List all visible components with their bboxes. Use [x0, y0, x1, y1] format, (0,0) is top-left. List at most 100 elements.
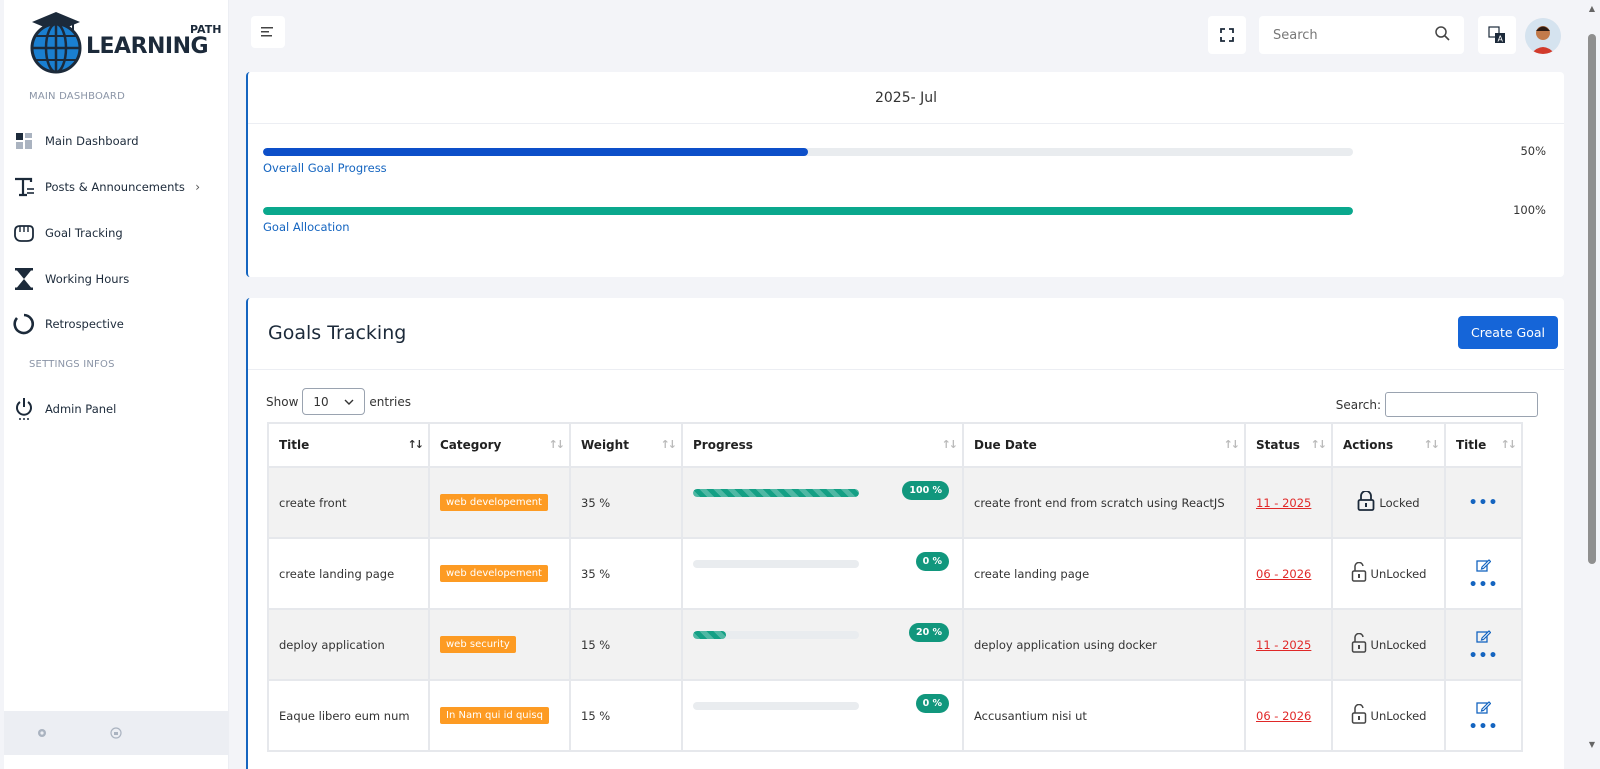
edit-icon[interactable]: [1476, 700, 1492, 717]
goal-due-cell: Accusantium nisi ut: [964, 681, 1244, 750]
goal-due-text: create landing page: [974, 566, 1090, 581]
column-header-title-2[interactable]: Title ↑↓: [1446, 424, 1521, 466]
goal-status-link[interactable]: 06 - 2026: [1256, 567, 1311, 581]
goal-due-text: Accusantium nisi ut: [974, 708, 1087, 723]
edit-icon[interactable]: [1476, 558, 1492, 575]
lock-icon[interactable]: [108, 725, 124, 741]
goal-actions-cell: •••: [1446, 539, 1521, 608]
goal-progress-bar: [693, 560, 859, 568]
lock-toggle[interactable]: UnLocked: [1343, 703, 1434, 727]
menu-toggle-button[interactable]: [251, 16, 285, 48]
sort-icon: ↑↓: [1500, 438, 1518, 451]
goal-weight: 35 %: [581, 495, 611, 510]
table-row: create landing page web developement 35 % 0…: [269, 539, 1521, 608]
goal-weight: 35 %: [581, 566, 611, 581]
globe-logo-icon: [30, 12, 82, 74]
more-options-icon[interactable]: •••: [1469, 578, 1499, 592]
goal-weight-cell: 35 %: [571, 539, 681, 608]
goal-progress-pill: 0 %: [915, 552, 949, 571]
goal-lock-cell: UnLocked: [1333, 610, 1444, 679]
column-header-category[interactable]: Category ↑↓: [430, 424, 569, 466]
fullscreen-button[interactable]: [1208, 16, 1246, 54]
goal-weight-cell: 15 %: [571, 610, 681, 679]
goal-progress-bar: [693, 631, 859, 639]
sidebar-item-admin-panel[interactable]: Admin Panel: [12, 392, 212, 426]
language-button[interactable]: A: [1478, 16, 1516, 54]
svg-text:A: A: [1498, 35, 1504, 44]
sidebar-item-working-hours[interactable]: Working Hours: [12, 262, 212, 296]
scroll-down-icon[interactable]: ▼: [1588, 740, 1596, 749]
goal-status-cell: 11 - 2025: [1246, 610, 1331, 679]
sort-icon: ↑↓: [548, 438, 566, 451]
sidebar-item-label: Main Dashboard: [45, 134, 139, 148]
goal-status-link[interactable]: 11 - 2025: [1256, 638, 1311, 652]
lock-toggle[interactable]: Locked: [1343, 490, 1434, 514]
goal-progress-bar: [693, 702, 859, 710]
goals-title: Goals Tracking: [268, 322, 407, 344]
table-row: deploy application web security 15 % 20 % de…: [269, 610, 1521, 679]
column-header-actions[interactable]: Actions ↑↓: [1333, 424, 1444, 466]
gear-icon[interactable]: [34, 725, 50, 741]
sidebar-item-goal-tracking[interactable]: Goal Tracking: [12, 216, 212, 250]
sort-icon: ↑↓: [1223, 438, 1241, 451]
top-search-input[interactable]: [1273, 27, 1423, 43]
sidebar-footer: [4, 711, 229, 755]
column-header-status[interactable]: Status ↑↓: [1246, 424, 1331, 466]
show-label: Show: [266, 394, 299, 409]
table-search-label: Search:: [1335, 397, 1381, 412]
goal-progress-cell: 0 %: [683, 681, 962, 750]
goals-table: Title ↑↓ Category ↑↓ Weight ↑↓ Progress ↑↓ D…: [267, 422, 1523, 752]
fullscreen-icon: [1220, 28, 1234, 42]
column-header-title[interactable]: Title ↑↓: [269, 424, 428, 466]
goal-title: create front: [279, 495, 347, 510]
chevron-down-icon: [344, 399, 354, 405]
sidebar-item-label: Admin Panel: [45, 402, 117, 416]
goal-title: Eaque libero eum num: [279, 708, 410, 723]
overall-progress-fill: [263, 148, 808, 156]
allocation-progress-bar: [263, 207, 1353, 215]
goal-status-link[interactable]: 11 - 2025: [1256, 496, 1311, 510]
edit-icon[interactable]: [1476, 629, 1492, 646]
sidebar-item-posts[interactable]: Posts & Announcements ›: [12, 170, 212, 204]
search-icon[interactable]: [1435, 25, 1450, 45]
scrollbar-thumb[interactable]: [1588, 34, 1596, 564]
unlock-icon: [1351, 703, 1367, 727]
sidebar-item-retrospective[interactable]: Retrospective: [12, 307, 212, 341]
page-scrollbar[interactable]: ▲ ▼: [1584, 0, 1600, 769]
lock-icon: [1357, 490, 1375, 514]
user-avatar[interactable]: [1525, 18, 1561, 54]
goal-progress-pill: 0 %: [915, 694, 949, 713]
entries-label: entries: [369, 394, 411, 409]
sidebar-item-main-dashboard[interactable]: Main Dashboard: [12, 124, 212, 158]
goal-progress-fill: [693, 489, 859, 497]
table-search-input[interactable]: [1385, 392, 1538, 417]
more-options-icon[interactable]: •••: [1469, 649, 1499, 663]
more-options-icon[interactable]: •••: [1469, 720, 1499, 734]
sidebar-item-label: Working Hours: [45, 272, 130, 286]
circle-icon: [12, 312, 36, 336]
entries-length-control: Show 10 entries: [266, 388, 411, 415]
goal-due-text: create front end from scratch using Reac…: [974, 495, 1225, 510]
column-header-due-date[interactable]: Due Date ↑↓: [964, 424, 1244, 466]
goal-progress-fill: [693, 631, 727, 639]
period-title: 2025- Jul: [248, 72, 1564, 124]
sort-icon: ↑↓: [660, 438, 678, 451]
more-options-icon[interactable]: •••: [1469, 496, 1499, 510]
create-goal-button[interactable]: Create Goal: [1458, 316, 1558, 349]
entries-select[interactable]: 10: [302, 388, 366, 415]
top-search-bar: [1259, 16, 1464, 54]
lock-toggle[interactable]: UnLocked: [1343, 561, 1434, 585]
goal-status-link[interactable]: 06 - 2026: [1256, 709, 1311, 723]
lock-status: UnLocked: [1370, 708, 1427, 723]
goal-due-cell: create front end from scratch using Reac…: [964, 468, 1244, 537]
lock-toggle[interactable]: UnLocked: [1343, 632, 1434, 656]
goal-status-cell: 06 - 2026: [1246, 681, 1331, 750]
dashboard-icon: [12, 129, 36, 153]
goal-status-cell: 11 - 2025: [1246, 468, 1331, 537]
brand-logo[interactable]: PATH LEARNING: [28, 10, 221, 76]
sort-icon: ↑↓: [941, 438, 959, 451]
column-header-progress[interactable]: Progress ↑↓: [683, 424, 962, 466]
column-header-weight[interactable]: Weight ↑↓: [571, 424, 681, 466]
scroll-up-icon[interactable]: ▲: [1588, 4, 1596, 13]
goal-title-cell: create front: [269, 468, 428, 537]
